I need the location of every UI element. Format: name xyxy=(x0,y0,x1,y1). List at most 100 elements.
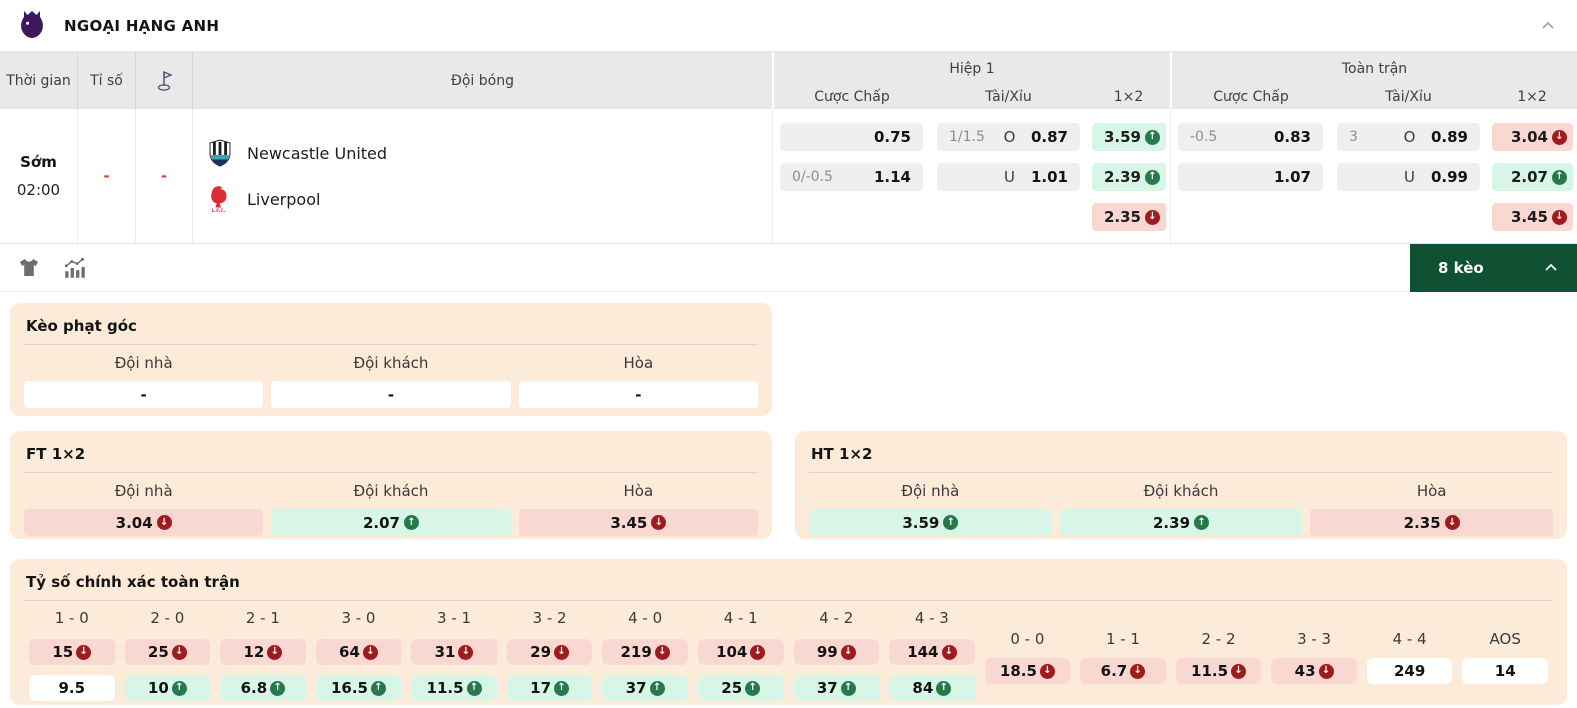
markets-count-button[interactable]: 8 kèo xyxy=(1410,243,1577,292)
ft-away-odds-cell[interactable]: 2.07 xyxy=(271,509,511,536)
ft-1x2-away-bet[interactable]: 2.07 xyxy=(1492,163,1573,191)
score-odds-cell[interactable]: 11.5 xyxy=(1175,658,1262,684)
handicap-odds: 1.14 xyxy=(873,168,911,186)
ft-over-bet[interactable]: 3 O 0.89 xyxy=(1337,123,1480,151)
score-bottom-odds-cell[interactable]: 37 xyxy=(602,675,688,701)
ft-draw-odds-cell[interactable]: 3.45 xyxy=(518,509,758,536)
score-odds-cell[interactable]: 249 xyxy=(1366,658,1453,684)
odds-value: 3.04 xyxy=(115,513,153,532)
score-top-odds-cell[interactable]: 219 xyxy=(602,639,688,665)
score-top-odds-cell[interactable]: 29 xyxy=(506,639,593,665)
league-collapse-button[interactable] xyxy=(1537,15,1559,37)
score-bottom-odds-cell[interactable]: 84 xyxy=(889,675,975,701)
score-odds-cell[interactable]: 14 xyxy=(1462,658,1548,684)
match-score-value: - xyxy=(103,167,110,185)
score-bottom-odds-cell[interactable]: 9.5 xyxy=(29,675,115,701)
chevron-up-icon xyxy=(1545,263,1557,271)
odds-value: 17 xyxy=(530,679,552,697)
trend-arrow-icon xyxy=(171,644,187,660)
score-bottom-odds-cell[interactable]: 16.5 xyxy=(315,675,402,701)
ou-odds: 0.99 xyxy=(1430,168,1468,186)
score-bottom-odds-cell[interactable]: 6.8 xyxy=(220,675,306,701)
h1-under-bet[interactable]: U 1.01 xyxy=(937,163,1080,191)
score-bottom-odds-cell[interactable]: 11.5 xyxy=(411,675,497,701)
home-team-row[interactable]: Newcastle United xyxy=(207,139,772,167)
score-label: 4 - 0 xyxy=(628,609,663,627)
score-top-odds-cell[interactable]: 144 xyxy=(889,639,975,665)
h1-over-bet[interactable]: 1/1.5 O 0.87 xyxy=(937,123,1080,151)
trend-arrow-icon xyxy=(466,680,482,696)
score-label: 4 - 2 xyxy=(819,609,854,627)
odds-value: 11.5 xyxy=(1191,662,1229,680)
league-header: NGOẠI HẠNG ANH xyxy=(0,0,1577,52)
h1-handicap-away-bet[interactable]: 0/-0.5 1.14 xyxy=(780,163,923,191)
ft-handicap-away-bet[interactable]: 1.07 xyxy=(1178,163,1323,191)
col-header-corners xyxy=(135,52,192,109)
h1-handicap-home-bet[interactable]: 0.75 xyxy=(780,123,923,151)
ft-1x2-home-bet[interactable]: 3.04 xyxy=(1492,123,1573,151)
score-column: 3 - 3 43 xyxy=(1266,630,1362,701)
score-bottom-odds-cell[interactable]: 17 xyxy=(506,675,593,701)
score-top-odds-cell[interactable]: 64 xyxy=(315,639,402,665)
corner-away-odds: - xyxy=(271,381,511,408)
h1-1x2-away-bet[interactable]: 2.39 xyxy=(1092,163,1166,191)
score-top-odds-cell[interactable]: 12 xyxy=(220,639,306,665)
score-odds-cell[interactable]: 43 xyxy=(1271,658,1357,684)
score-top-odds-cell[interactable]: 104 xyxy=(697,639,784,665)
trend-arrow-icon xyxy=(941,644,957,660)
score-top-odds-cell[interactable]: 15 xyxy=(29,639,115,665)
score-label: 4 - 4 xyxy=(1392,630,1427,648)
score-top-odds-cell[interactable]: 31 xyxy=(411,639,497,665)
correct-score-card: Tỷ số chính xác toàn trận 1 - 0 15 9.5 2… xyxy=(10,559,1567,705)
stats-button[interactable] xyxy=(60,253,90,283)
ft-home-odds-cell[interactable]: 3.04 xyxy=(24,509,264,536)
score-label: 0 - 0 xyxy=(1010,630,1045,648)
trend-arrow-icon xyxy=(554,680,570,696)
score-column: 3 - 2 29 17 xyxy=(502,609,598,701)
liverpool-badge-icon: L.F.C. xyxy=(211,186,227,213)
h1-1x2-home-bet[interactable]: 3.59 xyxy=(1092,123,1166,151)
odds-table-header: Thời gian Tỉ số Đội bóng Hiệp 1 Toàn trậ… xyxy=(0,52,1577,109)
score-column: 1 - 1 6.7 xyxy=(1075,630,1171,701)
score-bottom-odds-cell[interactable]: 25 xyxy=(697,675,784,701)
odds-value: 144 xyxy=(907,643,939,661)
lineup-button[interactable] xyxy=(14,253,44,283)
score-column: 0 - 0 18.5 xyxy=(980,630,1076,701)
markets-count-label: 8 kèo xyxy=(1438,258,1484,277)
odds-value: 6.7 xyxy=(1100,662,1128,680)
trend-arrow-icon xyxy=(745,680,761,696)
ht-draw-header: Hòa xyxy=(1416,482,1447,500)
score-column: 4 - 3 144 84 xyxy=(884,609,980,701)
handicap-odds: 0.83 xyxy=(1273,128,1311,146)
away-team-row[interactable]: L.F.C. Liverpool xyxy=(207,185,772,213)
ft-overunder-column: 3 O 0.89 U 0.99 xyxy=(1330,109,1487,243)
ft-under-bet[interactable]: U 0.99 xyxy=(1337,163,1480,191)
trend-arrow-icon xyxy=(654,644,670,660)
trend-arrow-icon xyxy=(171,680,187,696)
ft-handicap-home-bet[interactable]: -0.5 0.83 xyxy=(1178,123,1323,151)
score-column: 2 - 2 11.5 xyxy=(1171,630,1267,701)
score-label: 2 - 0 xyxy=(150,609,185,627)
score-top-odds-cell[interactable]: 99 xyxy=(793,639,880,665)
odds-value: 15 xyxy=(52,643,74,661)
score-top-odds-cell[interactable]: 25 xyxy=(124,639,211,665)
trend-arrow-icon xyxy=(267,644,283,660)
h1-1x2-draw-bet[interactable]: 2.35 xyxy=(1092,203,1166,231)
odds-value: 25 xyxy=(147,643,169,661)
correct-score-win-columns: 1 - 0 15 9.5 2 - 0 25 10 2 - 1 12 6.8 3 … xyxy=(24,609,980,701)
odds-value: 16.5 xyxy=(330,679,368,697)
trend-arrow-icon xyxy=(1194,515,1210,530)
score-odds-cell[interactable]: 6.7 xyxy=(1080,658,1166,684)
score-bottom-odds-cell[interactable]: 37 xyxy=(793,675,880,701)
ft-1x2-draw-bet[interactable]: 3.45 xyxy=(1492,203,1573,231)
score-column: 4 - 2 99 37 xyxy=(789,609,885,701)
ft-1x2-column: 3.04 2.07 3.45 xyxy=(1487,109,1577,243)
ht-home-odds-cell[interactable]: 3.59 xyxy=(809,509,1052,536)
ou-side: O xyxy=(1403,128,1416,146)
score-odds-cell[interactable]: 18.5 xyxy=(984,658,1071,684)
ht-draw-odds-cell[interactable]: 2.35 xyxy=(1310,509,1554,536)
ht-away-odds-cell[interactable]: 2.39 xyxy=(1059,509,1303,536)
score-bottom-odds-cell[interactable]: 10 xyxy=(124,675,211,701)
odds-value: 99 xyxy=(816,643,838,661)
ou-side: O xyxy=(1003,128,1016,146)
